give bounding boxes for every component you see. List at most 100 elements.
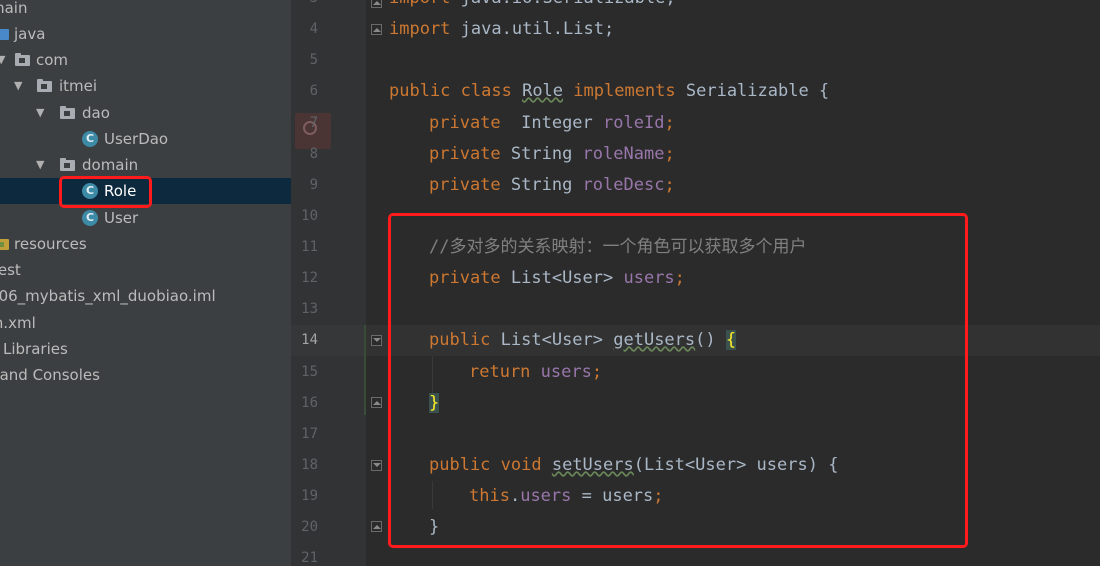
code-line-6[interactable]: public class Role implements Serializabl… [389,76,829,107]
tree-item-dao[interactable]: ▼ dao [0,100,291,126]
semicolon-token: ; [664,113,675,133]
method-name-token: getUsers [613,330,696,350]
line-number: 15 [301,364,318,380]
semicolon-token: ; [664,175,675,195]
package-icon [15,53,30,66]
field-token: roleName [582,144,665,164]
code-line-9[interactable]: private String roleDesc; [429,170,675,201]
tree-item-label: main [0,0,28,17]
tree-item-itmei[interactable]: ▼ itmei [0,73,291,99]
code-line-20[interactable]: } [429,512,439,543]
field-token: roleId [603,113,665,133]
code-editor[interactable]: 3 4 5 6 7 8 9 10 11 12 13 14 15 16 17 18… [291,0,1100,566]
code-token: Serializable { [675,81,830,101]
code-line-18[interactable]: public void setUsers(List<User> users) { [429,450,838,481]
keyword-token: implements [573,81,676,101]
line-number: 3 [291,0,318,14]
tree-item-label: User [104,209,139,227]
tree-item-label: dao [82,104,110,122]
tree-item-scratches-consoles[interactable]: Scratches and Consoles [0,362,291,388]
line-number: 16 [301,395,318,411]
code-line-8[interactable]: private String roleName; [429,139,675,170]
method-name-token: setUsers [551,455,634,475]
code-token: . [509,486,521,506]
line-number: 13 [301,301,318,317]
line-number: 9 [309,177,318,193]
line-number: 7 [309,115,318,131]
fold-marker-icon[interactable] [371,397,382,408]
code-line-19[interactable]: this.users = users; [469,481,664,512]
vcs-change-marker[interactable] [364,325,366,415]
field-token: users [520,486,572,506]
code-token: (List<User> users) { [633,455,839,475]
semicolon-token: ; [653,486,664,506]
fold-marker-icon[interactable] [371,24,382,35]
tree-item-pom-xml[interactable]: pom.xml [0,310,291,336]
keyword-token: private [429,113,501,133]
code-token: String [500,144,583,164]
keyword-token: return [469,362,531,382]
line-number: 18 [301,457,318,473]
semicolon-token: ; [591,362,603,382]
code-line-7[interactable]: private Integer roleId; [429,108,675,139]
chevron-down-icon[interactable]: ▼ [0,47,5,73]
code-line-4[interactable]: import java.util.List; [389,14,614,45]
keyword-token: private [429,144,501,164]
java-class-icon: C [82,131,98,147]
line-number: 4 [309,21,318,37]
semicolon-token: ; [674,268,685,288]
keyword-token: public class [389,81,512,101]
chevron-down-icon[interactable]: ▼ [14,73,22,99]
tree-item-domain[interactable]: ▼ domain [0,152,291,178]
keyword-token: import [389,19,451,39]
line-number: 21 [301,550,318,566]
fold-marker-icon[interactable] [371,521,382,532]
tree-item-userdao[interactable]: C UserDao [0,126,291,152]
code-token: List<User> [490,330,614,350]
tree-item-com[interactable]: ▼ com [0,47,291,73]
chevron-down-icon[interactable]: ▼ [36,100,44,126]
tree-item-label: UserDao [104,130,169,148]
tree-item-user[interactable]: C User [0,205,291,231]
fold-marker-icon[interactable] [371,460,382,471]
line-number: 5 [309,52,318,68]
code-token: List<User> [500,268,624,288]
keyword-token: public void [429,455,542,475]
line-number-current: 14 [301,332,318,348]
keyword-token: this [469,486,510,506]
keyword-token: private [429,175,501,195]
line-number: 10 [301,208,318,224]
code-token: String [500,175,583,195]
tree-item-java[interactable]: java [0,21,291,47]
fold-marker-icon[interactable] [371,0,382,8]
code-line-3[interactable]: import java.io.Serializable; [389,0,676,14]
tree-item-iml-file[interactable]: day06_mybatis_xml_duobiao.iml [0,283,291,309]
fold-marker-icon[interactable] [371,335,382,346]
code-line-15[interactable]: return users; [469,357,602,388]
line-number: 11 [301,239,318,255]
tree-item-external-libraries[interactable]: External Libraries [0,336,291,362]
field-token: users [623,268,675,288]
line-number: 20 [301,519,318,535]
code-line-11[interactable]: //多对多的关系映射：一个角色可以获取多个用户 [429,232,806,263]
tree-item-label: day06_mybatis_xml_duobiao.iml [0,287,216,305]
package-icon [60,158,75,171]
tree-item-resources[interactable]: resources [0,231,291,257]
code-line-14[interactable]: public List<User> getUsers() { [429,325,737,356]
code-line-16[interactable]: } [429,388,440,419]
comment-token: //多对多的关系映射：一个角色可以获取多个用户 [429,237,807,257]
code-token: Integer [500,113,604,133]
line-number: 12 [301,270,318,286]
code-line-12[interactable]: private List<User> users; [429,263,685,294]
code-token: java.io.Serializable; [450,0,676,8]
tree-item-label: Role [104,182,137,200]
java-class-icon: C [82,183,98,199]
java-class-icon: C [82,210,98,226]
tree-item-label: java [14,25,46,43]
tree-item-label: itmei [59,77,98,95]
tree-item-main[interactable]: main [0,0,291,21]
tree-item-test[interactable]: test [0,257,291,283]
tree-item-role[interactable]: C Role [0,178,291,204]
field-token: users [540,362,592,382]
chevron-down-icon[interactable]: ▼ [36,152,44,178]
